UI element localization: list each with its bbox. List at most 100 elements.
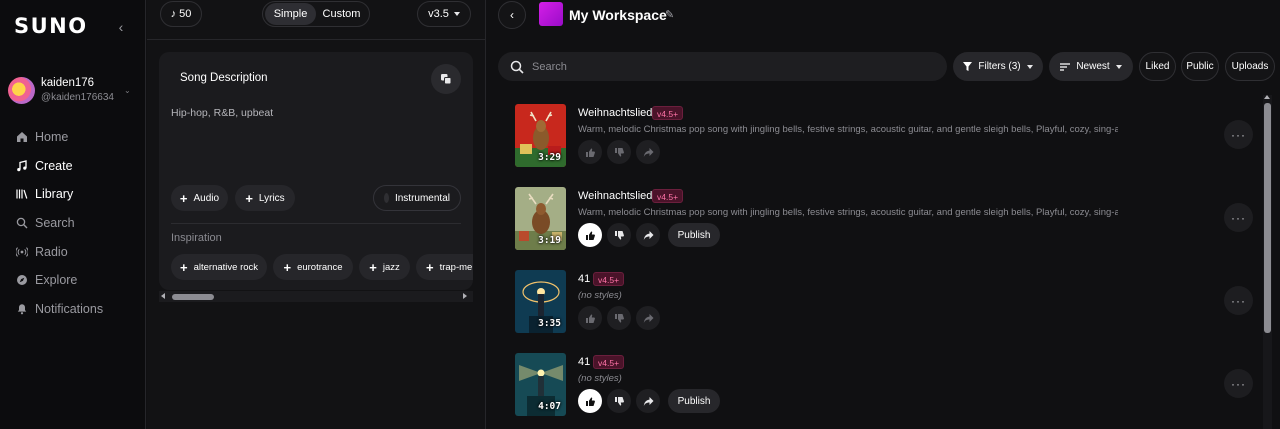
inspiration-tag-label: alternative rock <box>193 261 259 273</box>
song-description-input[interactable]: Hip-hop, R&B, upbeat <box>171 107 273 119</box>
simple-mode-button[interactable]: Simple <box>265 3 316 25</box>
sort-select[interactable]: Newest <box>1049 52 1133 81</box>
song-row[interactable]: 3:29 Weihnachtslied v4.5+ Warm, melodic … <box>487 95 1262 175</box>
liked-filter-button[interactable]: Liked <box>1139 52 1176 81</box>
create-panel: ♪ 50 Simple Custom v3.5 Song Description… <box>147 0 486 429</box>
sidebar-item-notifications[interactable]: Notifications <box>15 295 140 324</box>
share-icon <box>643 396 653 406</box>
scroll-up-icon[interactable] <box>1264 95 1270 99</box>
sidebar-item-label: Radio <box>35 244 68 259</box>
share-icon <box>643 230 653 240</box>
custom-mode-button[interactable]: Custom <box>316 3 367 25</box>
chevron-down-icon <box>1026 64 1033 69</box>
sidebar-item-label: Notifications <box>35 301 104 316</box>
scroll-left-icon[interactable] <box>161 293 165 299</box>
dislike-button[interactable] <box>607 389 631 413</box>
song-row[interactable]: 4:07 41 v4.5+ (no styles) Publish ··· <box>487 344 1262 424</box>
filters-button[interactable]: Filters (3) <box>953 52 1043 81</box>
sort-label: Newest <box>1076 61 1110 72</box>
sidebar-item-library[interactable]: Library <box>15 180 140 209</box>
scroll-right-icon[interactable] <box>463 293 467 299</box>
home-icon <box>15 130 29 144</box>
horizontal-scrollbar[interactable] <box>159 291 473 302</box>
thumbs-up-icon <box>585 397 595 406</box>
uploads-filter-button[interactable]: Uploads <box>1225 52 1275 81</box>
song-title[interactable]: 41 <box>578 273 590 285</box>
search-input[interactable] <box>532 60 912 73</box>
song-style-description: Warm, melodic Christmas pop song with ji… <box>578 124 1118 135</box>
more-options-button[interactable]: ··· <box>1224 369 1253 398</box>
plus-icon: + <box>369 259 377 275</box>
scrollbar-thumb[interactable] <box>1264 103 1271 333</box>
add-audio-button[interactable]: + Audio <box>171 185 228 211</box>
credits-count: 50 <box>179 8 192 20</box>
sidebar-item-label: Home <box>35 130 69 145</box>
sidebar-item-search[interactable]: Search <box>15 209 140 238</box>
collapse-sidebar-button[interactable]: ‹ <box>114 18 128 36</box>
avatar <box>8 77 35 104</box>
mode-toggle: Simple Custom <box>262 1 370 27</box>
song-title[interactable]: 41 <box>578 356 590 368</box>
publish-button[interactable]: Publish <box>668 223 720 247</box>
inspiration-tag[interactable]: + jazz <box>359 254 410 280</box>
song-title[interactable]: Weihnachtslied <box>578 107 652 119</box>
sidebar-item-home[interactable]: Home <box>15 123 140 152</box>
publish-button[interactable]: Publish <box>668 389 720 413</box>
workspace-title[interactable]: My Workspace <box>569 7 667 23</box>
dice-icon <box>441 74 452 85</box>
instrumental-toggle[interactable]: Instrumental <box>373 185 461 211</box>
profile-handle: @kaiden176634 <box>41 92 114 103</box>
suno-logo[interactable]: SUNO <box>14 14 88 38</box>
inspiration-tag[interactable]: + trap-me <box>416 254 473 280</box>
share-button[interactable] <box>636 223 660 247</box>
song-style-description: (no styles) <box>578 373 622 384</box>
scrollbar-thumb[interactable] <box>172 294 214 300</box>
sidebar-item-create[interactable]: Create <box>15 152 140 181</box>
share-button[interactable] <box>636 389 660 413</box>
chevron-down-icon <box>453 12 460 16</box>
thumbs-down-icon <box>614 147 624 156</box>
like-button[interactable] <box>578 389 602 413</box>
dislike-button[interactable] <box>607 140 631 164</box>
song-row[interactable]: 3:19 Weihnachtslied v4.5+ Warm, melodic … <box>487 178 1262 258</box>
song-row[interactable]: 3:35 41 v4.5+ (no styles) ··· <box>487 261 1262 341</box>
like-button[interactable] <box>578 306 602 330</box>
back-button[interactable]: ‹ <box>498 1 526 29</box>
sidebar-item-radio[interactable]: Radio <box>15 237 140 266</box>
more-options-button[interactable]: ··· <box>1224 286 1253 315</box>
shuffle-prompt-button[interactable] <box>431 64 461 94</box>
sidebar-item-explore[interactable]: Explore <box>15 266 140 295</box>
profile-menu[interactable]: kaiden176 @kaiden176634 ⌄ <box>8 76 138 106</box>
create-topbar: ♪ 50 Simple Custom v3.5 <box>147 0 486 40</box>
credits-button[interactable]: ♪ 50 <box>160 1 202 27</box>
share-button[interactable] <box>636 306 660 330</box>
like-button[interactable] <box>578 223 602 247</box>
song-cover[interactable]: 3:19 <box>515 187 566 250</box>
add-audio-label: Audio <box>193 192 220 204</box>
dislike-button[interactable] <box>607 223 631 247</box>
sidebar: SUNO ‹ kaiden176 @kaiden176634 ⌄ Home Cr… <box>0 0 146 429</box>
like-button[interactable] <box>578 140 602 164</box>
song-description-card: Song Description Hip-hop, R&B, upbeat + … <box>159 52 473 290</box>
share-icon <box>643 147 653 157</box>
vertical-scrollbar[interactable] <box>1263 95 1272 429</box>
share-button[interactable] <box>636 140 660 164</box>
inspiration-label: Inspiration <box>171 232 222 244</box>
more-options-button[interactable]: ··· <box>1224 203 1253 232</box>
public-filter-button[interactable]: Public <box>1181 52 1219 81</box>
inspiration-tag[interactable]: + eurotrance <box>273 254 353 280</box>
more-options-button[interactable]: ··· <box>1224 120 1253 149</box>
song-cover[interactable]: 4:07 <box>515 353 566 416</box>
song-title[interactable]: Weihnachtslied <box>578 190 652 202</box>
song-cover[interactable]: 3:35 <box>515 270 566 333</box>
dislike-button[interactable] <box>607 306 631 330</box>
song-cover[interactable]: 3:29 <box>515 104 566 167</box>
bell-icon <box>15 302 29 316</box>
inspiration-tag[interactable]: + alternative rock <box>171 254 267 280</box>
model-version-select[interactable]: v3.5 <box>417 1 471 27</box>
plus-icon: + <box>180 259 188 275</box>
pencil-icon[interactable]: ✎ <box>665 8 674 21</box>
song-style-description: Warm, melodic Christmas pop song with ji… <box>578 207 1118 218</box>
add-lyrics-button[interactable]: + Lyrics <box>235 185 295 211</box>
thumbs-down-icon <box>614 396 624 405</box>
